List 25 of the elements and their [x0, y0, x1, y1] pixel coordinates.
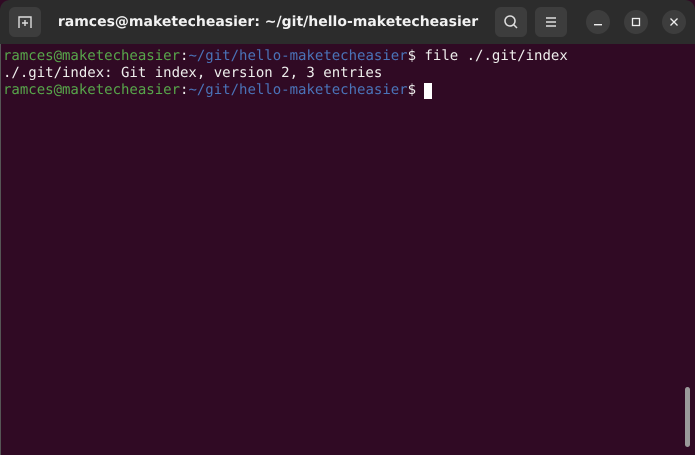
prompt-path: ~/git/hello-maketecheasier	[188, 82, 408, 99]
output-text: ./.git/index: Git index, version 2, 3 entries	[3, 65, 382, 82]
prompt-path: ~/git/hello-maketecheasier	[188, 48, 408, 65]
maximize-icon	[631, 17, 641, 27]
command-text: file ./.git/index	[423, 48, 568, 65]
prompt-symbol: $	[408, 48, 416, 65]
prompt-symbol: $	[408, 82, 416, 99]
menu-icon	[544, 16, 558, 28]
menu-button[interactable]	[535, 7, 567, 37]
window-title: ramces@maketecheasier: ~/git/hello-maketecheasier	[56, 14, 480, 30]
minimize-icon	[594, 24, 602, 26]
close-icon	[669, 17, 679, 27]
prompt-separator: :	[180, 82, 188, 99]
maximize-button[interactable]	[624, 10, 648, 34]
search-icon	[503, 14, 519, 30]
minimize-button[interactable]	[586, 10, 610, 34]
prompt-user: ramces@maketecheasier	[3, 48, 180, 65]
new-tab-button[interactable]	[9, 7, 41, 37]
scrollbar-thumb[interactable]	[685, 387, 690, 447]
close-button[interactable]	[662, 10, 686, 34]
prompt-separator: :	[180, 48, 188, 65]
new-tab-icon	[17, 14, 33, 30]
terminal-area[interactable]: ramces@maketecheasier:~/git/hello-maketecheasier$ file ./.git/index ./.git/index: Git index, version 2, 3 entries ramces@maketecheasier:~/git/hello-maketecheasier$	[0, 44, 695, 455]
search-button[interactable]	[495, 7, 527, 37]
prompt-user: ramces@maketecheasier	[3, 82, 180, 99]
